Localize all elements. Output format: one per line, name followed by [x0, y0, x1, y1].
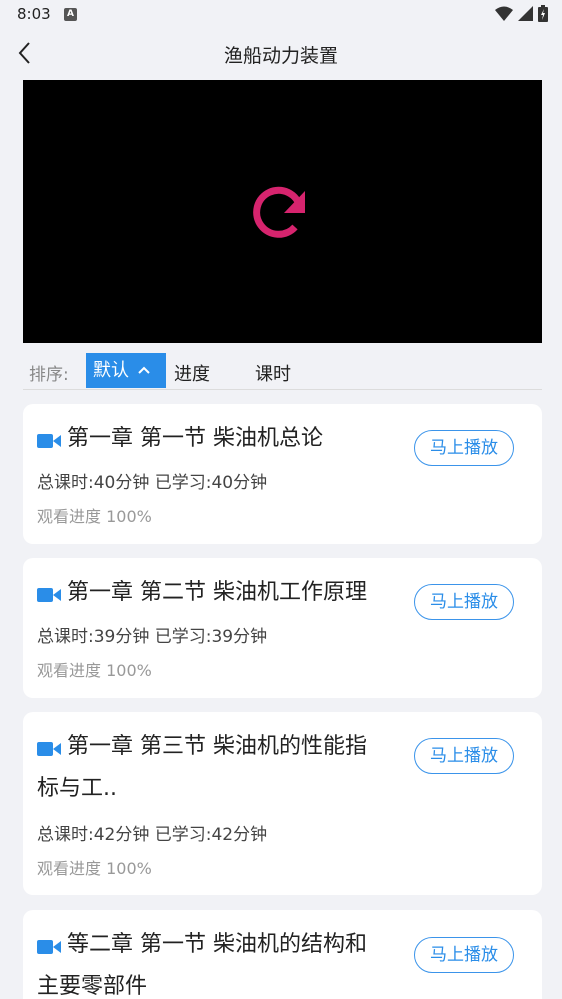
play-now-button[interactable]: 马上播放 — [414, 430, 514, 466]
lesson-title: 第一章 第一节 柴油机总论 — [67, 426, 323, 451]
header: 渔船动力装置 — [0, 30, 562, 78]
page-title: 渔船动力装置 — [223, 45, 338, 67]
lesson-title: 第一章 第二节 柴油机工作原理 — [67, 580, 367, 605]
wifi-icon — [495, 6, 513, 21]
lesson-card[interactable]: 第一章 第二节 柴油机工作原理 总课时:39分钟 已学习:39分钟 观看进度 1… — [23, 558, 542, 698]
play-now-button[interactable]: 马上播放 — [414, 584, 514, 620]
sort-hours-button[interactable]: 课时 — [255, 360, 291, 386]
signal-icon — [518, 6, 533, 21]
battery-icon — [538, 5, 548, 22]
notification-a-icon: A — [64, 8, 77, 21]
lesson-hours: 总课时:40分钟 已学习:40分钟 — [37, 473, 268, 493]
sort-progress-button[interactable]: 进度 — [174, 360, 210, 386]
lesson-card[interactable]: 第一章 第三节 柴油机的性能指 标与工.. 总课时:42分钟 已学习:42分钟 … — [23, 712, 542, 895]
sort-bar: 排序: 默认 进度 课时 — [23, 350, 542, 390]
lesson-card[interactable]: 第一章 第一节 柴油机总论 总课时:40分钟 已学习:40分钟 观看进度 100… — [23, 404, 542, 544]
lesson-hours: 总课时:42分钟 已学习:42分钟 — [37, 825, 268, 845]
lesson-hours: 总课时:39分钟 已学习:39分钟 — [37, 627, 268, 647]
lesson-title: 第一章 第三节 柴油机的性能指 标与工.. — [37, 734, 367, 801]
lesson-progress: 观看进度 100% — [37, 859, 152, 878]
lesson-progress: 观看进度 100% — [37, 507, 152, 526]
lesson-card[interactable]: 等二章 第一节 柴油机的结构和 主要零部件 马上播放 — [23, 910, 542, 999]
sort-default-button[interactable]: 默认 — [86, 353, 166, 388]
sort-label: 排序: — [29, 365, 69, 385]
sort-default-label: 默认 — [93, 360, 129, 381]
play-now-button[interactable]: 马上播放 — [414, 738, 514, 774]
play-now-button[interactable]: 马上播放 — [414, 937, 514, 973]
status-icons — [495, 5, 548, 22]
lesson-title: 等二章 第一节 柴油机的结构和 主要零部件 — [37, 932, 367, 999]
replay-icon[interactable] — [251, 183, 311, 243]
status-time: 8:03 — [17, 5, 51, 23]
chevron-up-icon — [138, 366, 150, 374]
lesson-progress: 观看进度 100% — [37, 661, 152, 680]
status-bar: 8:03 A — [0, 0, 562, 30]
video-player[interactable] — [23, 80, 542, 343]
